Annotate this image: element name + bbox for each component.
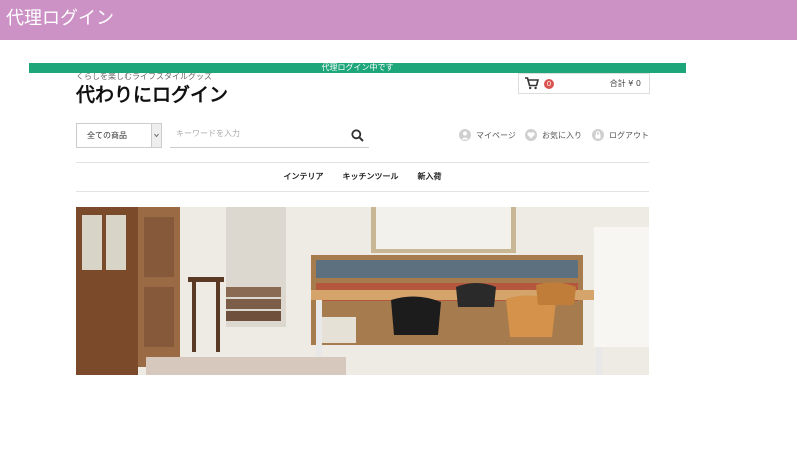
search-box [170,123,369,148]
category-nav: インテリア キッチンツール 新入荷 [76,168,649,186]
divider [76,191,649,192]
app-title: 代理ログイン [6,8,114,29]
favorite-link[interactable]: お気に入り [525,128,582,142]
shop-title-link[interactable]: 代わりにログイン [76,83,228,107]
mypage-label: マイページ [476,130,516,140]
favorite-label: お気に入り [542,130,582,140]
proxy-login-banner: 代理ログイン中です [29,63,686,73]
hero-image[interactable] [76,207,649,375]
hero-illustration [76,207,649,375]
divider [76,162,649,163]
search-icon[interactable] [351,129,364,142]
lock-icon [592,129,604,141]
nav-kitchen-tools[interactable]: キッチンツール [343,168,399,186]
app-header: 代理ログイン [0,0,797,40]
logout-label: ログアウト [609,130,649,140]
chevron-down-icon [151,124,161,147]
heart-icon [525,129,537,141]
cart-button[interactable]: 0 合計 ¥ 0 [518,73,650,94]
cart-total: 合計 ¥ 0 [609,79,641,88]
shop-tagline: くらしを楽しむライフスタイルグッズ [76,72,212,81]
nav-interior[interactable]: インテリア [284,168,324,186]
cart-count-badge: 0 [544,79,554,89]
search-input[interactable] [176,129,336,138]
category-select-value: 全ての商品 [87,131,127,140]
nav-new-arrivals[interactable]: 新入荷 [418,168,442,186]
mypage-link[interactable]: マイページ [459,128,516,142]
logout-link[interactable]: ログアウト [592,128,649,142]
category-select[interactable]: 全ての商品 [76,123,162,148]
user-icon [459,129,471,141]
cart-icon [525,77,539,90]
